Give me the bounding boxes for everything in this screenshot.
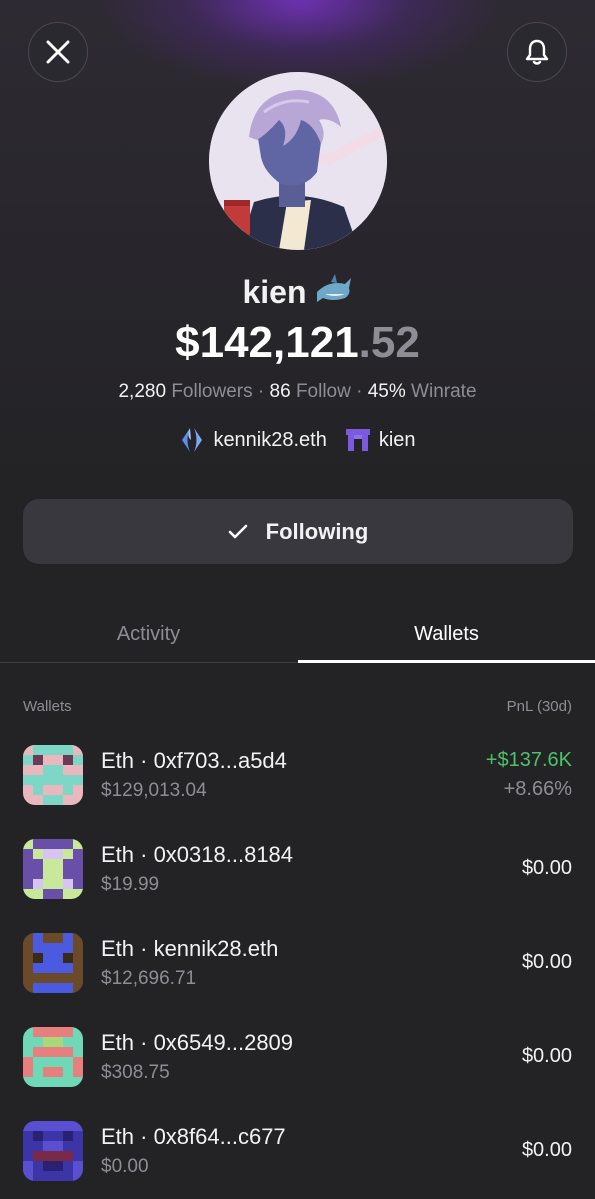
winrate-label: Winrate: [411, 381, 477, 402]
bell-icon: [525, 39, 549, 65]
wallet-row[interactable]: Eth · kennik28.eth $12,696.71 $0.00: [23, 933, 572, 993]
wallet-identicon-icon: [23, 1027, 83, 1087]
profile-name: kien: [242, 274, 307, 310]
arch-icon: [345, 429, 370, 451]
ens-name: kennik28.eth: [213, 428, 327, 451]
shark-icon: [315, 272, 353, 317]
follow-count[interactable]: 86: [270, 381, 291, 402]
stats-separator: ·: [356, 381, 363, 402]
wallet-name: Eth · 0x6549...2809: [101, 1030, 294, 1055]
wallet-row[interactable]: Eth · 0xf703...a5d4 $129,013.04 +$137.6K…: [23, 745, 572, 805]
wallet-pnl: $0.00: [521, 951, 572, 973]
profile-stats: 2,280 Followers · 86 Follow · 45% Winrat…: [0, 378, 595, 406]
wallet-identicon-icon: [23, 933, 83, 993]
ens-link[interactable]: kennik28.eth: [179, 426, 327, 454]
wallet-balance: $19.99: [101, 874, 160, 895]
wallet-identicon-icon: [23, 1121, 83, 1181]
stats-separator: ·: [257, 381, 265, 402]
followers-label[interactable]: Followers: [171, 381, 252, 402]
wallet-identicon-icon: [23, 745, 83, 805]
wallet-balance: $129,013.04: [101, 780, 207, 801]
identity-links: kennik28.eth kien: [0, 424, 595, 456]
avatar-illustration: [209, 72, 387, 250]
handle-link[interactable]: kien: [345, 427, 416, 453]
balance-cents: .52: [358, 318, 420, 367]
active-tab-indicator: [298, 660, 595, 663]
following-button[interactable]: Following: [23, 499, 573, 564]
wallets-column-header: Wallets: [23, 698, 72, 715]
winrate-value: 45%: [367, 381, 406, 402]
ens-icon: [182, 428, 203, 452]
wallets-table-header: Wallets PnL (30d): [23, 698, 572, 715]
pnl-column-header[interactable]: PnL (30d): [507, 698, 572, 715]
wallet-row[interactable]: Eth · 0x6549...2809 $308.75 $0.00: [23, 1027, 572, 1087]
close-button[interactable]: [28, 22, 88, 82]
wallet-name: Eth · 0x8f64...c677: [101, 1124, 286, 1149]
avatar[interactable]: [209, 72, 387, 250]
wallet-balance: $0.00: [101, 1156, 149, 1177]
wallet-row[interactable]: Eth · 0x8f64...c677 $0.00 $0.00: [23, 1121, 572, 1181]
wallet-row[interactable]: Eth · 0x0318...8184 $19.99 $0.00: [23, 839, 572, 899]
followers-count[interactable]: 2,280: [118, 381, 166, 402]
wallet-balance: $308.75: [101, 1062, 170, 1083]
wallet-pnl: $0.00: [521, 1045, 572, 1067]
tab-activity[interactable]: Activity: [0, 610, 297, 658]
wallet-balance: $12,696.71: [101, 968, 197, 989]
following-label: Following: [265, 518, 369, 544]
balance-main: $142,121: [175, 318, 359, 367]
check-icon: [228, 524, 247, 538]
profile-name-row: kien: [0, 270, 595, 314]
close-icon: [46, 40, 70, 64]
wallet-name: Eth · 0xf703...a5d4: [101, 748, 287, 773]
wallet-pnl-percent: +8.66%: [503, 778, 572, 800]
follow-label[interactable]: Follow: [296, 381, 351, 402]
wallet-name: Eth · 0x0318...8184: [101, 842, 294, 867]
notifications-button[interactable]: [507, 22, 567, 82]
profile-tabs: Activity Wallets: [0, 610, 595, 664]
wallet-name: Eth · kennik28.eth: [101, 936, 279, 961]
wallet-pnl: $0.00: [521, 857, 572, 879]
wallet-pnl: $0.00: [521, 1139, 572, 1161]
total-balance: $142,121.52: [0, 316, 595, 370]
tab-wallets[interactable]: Wallets: [298, 610, 595, 658]
wallet-pnl: +$137.6K: [485, 749, 572, 771]
handle-name: kien: [378, 428, 416, 451]
wallet-identicon-icon: [23, 839, 83, 899]
